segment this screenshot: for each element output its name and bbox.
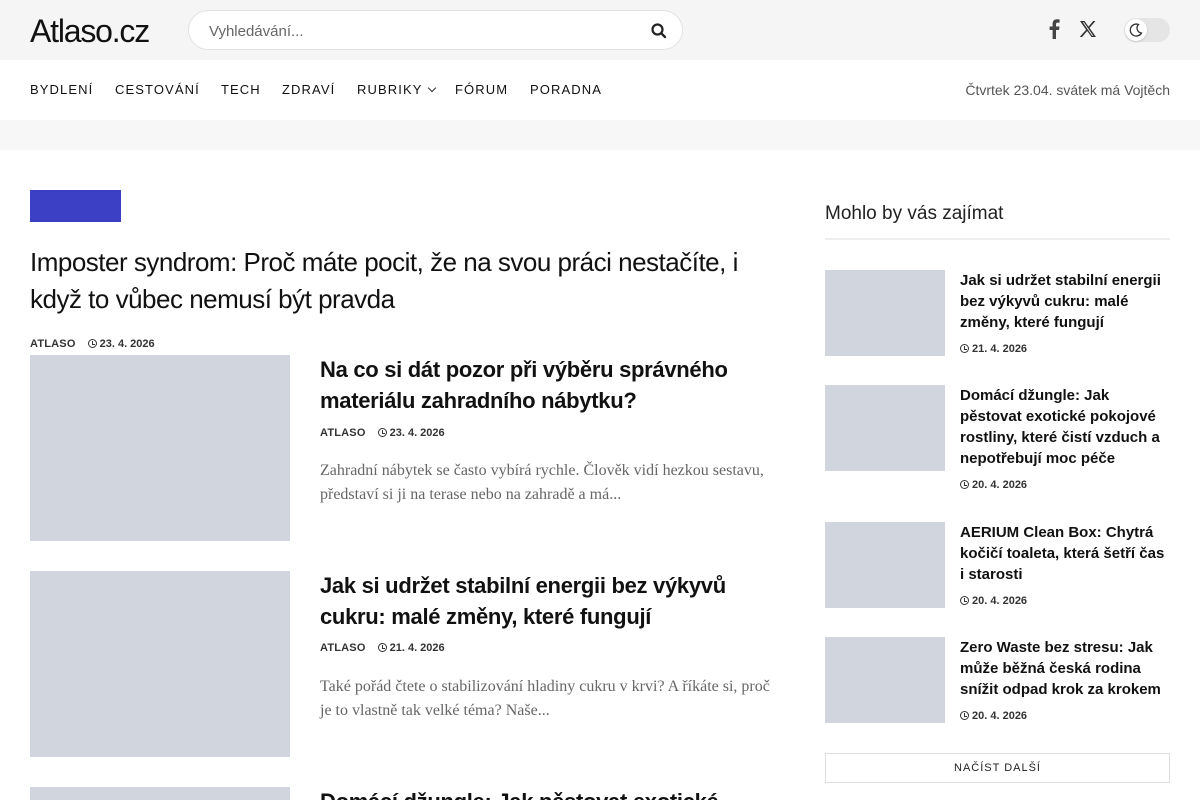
divider (825, 238, 1170, 240)
post-title[interactable]: Na co si dát pozor při výběru správného … (320, 354, 770, 416)
nav-item-poradna[interactable]: PORADNA (530, 82, 602, 98)
sidebar-post-date: 20. 4. 2026 (960, 594, 1027, 608)
clock-icon (960, 480, 969, 489)
clock-icon (87, 339, 97, 348)
author-link[interactable]: ATLASO (30, 338, 76, 350)
hero-meta: ATLASO 23. 4. 2026 (30, 337, 155, 351)
search-box (188, 10, 683, 50)
clock-icon (377, 428, 387, 437)
sidebar-post-date: 20. 4. 2026 (960, 709, 1027, 723)
post-title[interactable]: Domácí džungle: Jak pěstovat exotické (320, 786, 780, 800)
sidebar-thumbnail[interactable] (825, 270, 945, 356)
nav-item-tech[interactable]: TECH (221, 82, 261, 98)
author-link[interactable]: ATLASO (320, 427, 366, 439)
author-link[interactable]: ATLASO (320, 642, 366, 654)
clock-icon (377, 643, 387, 652)
moon-icon (1125, 19, 1147, 41)
post-meta: ATLASO 21. 4. 2026 (320, 641, 445, 655)
nav-item-rubriky-label: RUBRIKY (357, 82, 423, 97)
post-date: 23. 4. 2026 (377, 427, 445, 439)
post-date: 23. 4. 2026 (87, 338, 155, 350)
sidebar-post-date: 21. 4. 2026 (960, 342, 1027, 356)
sidebar-thumbnail[interactable] (825, 522, 945, 608)
category-badge[interactable] (30, 190, 121, 222)
hero-title[interactable]: Imposter syndrom: Proč máte pocit, že na… (30, 244, 790, 318)
post-thumbnail[interactable] (30, 787, 290, 800)
top-header: Atlaso.cz (0, 0, 1200, 60)
clock-icon (960, 344, 969, 353)
sidebar-post-title[interactable]: Zero Waste bez stresu: Jak může běžná če… (960, 637, 1170, 700)
sidebar-thumbnail[interactable] (825, 385, 945, 471)
post-date: 21. 4. 2026 (377, 642, 445, 654)
chevron-down-icon (427, 83, 436, 93)
nav-item-rubriky[interactable]: RUBRIKY (357, 82, 436, 98)
post-excerpt: Zahradní nábytek se často vybírá rychle.… (320, 462, 764, 503)
sidebar-post-date: 20. 4. 2026 (960, 478, 1027, 492)
sidebar-post-title[interactable]: AERIUM Clean Box: Chytrá kočičí toaleta,… (960, 522, 1170, 585)
main-nav: BYDLENÍ CESTOVÁNÍ TECH ZDRAVÍ RUBRIKY FÓ… (0, 60, 1200, 120)
sidebar-post-title[interactable]: Domácí džungle: Jak pěstovat exotické po… (960, 385, 1170, 469)
post-excerpt: Také pořád čtete o stabilizování hladiny… (320, 678, 770, 719)
post-meta: ATLASO 23. 4. 2026 (320, 426, 445, 440)
dark-mode-toggle[interactable] (1124, 18, 1170, 42)
nav-item-bydleni[interactable]: BYDLENÍ (30, 82, 93, 98)
nav-item-cestovani[interactable]: CESTOVÁNÍ (115, 82, 200, 98)
clock-icon (960, 596, 969, 605)
load-more-button[interactable]: NAČÍST DALŠÍ (825, 753, 1170, 783)
facebook-icon[interactable] (1044, 19, 1064, 39)
search-icon[interactable] (650, 22, 668, 40)
sidebar-heading: Mohlo by vás zajímat (825, 203, 1004, 224)
sidebar-thumbnail[interactable] (825, 637, 945, 723)
post-title[interactable]: Jak si udržet stabilní energii bez výkyv… (320, 570, 770, 632)
post-thumbnail[interactable] (30, 355, 290, 541)
ad-band (0, 120, 1200, 150)
post-thumbnail[interactable] (30, 571, 290, 757)
date-nameday: Čtvrtek 23.04. svátek má Vojtěch (965, 82, 1170, 98)
nav-item-zdravi[interactable]: ZDRAVÍ (282, 82, 335, 98)
search-input[interactable] (209, 20, 629, 42)
site-logo[interactable]: Atlaso.cz (30, 11, 150, 51)
nav-item-forum[interactable]: FÓRUM (455, 82, 508, 98)
sidebar-post-title[interactable]: Jak si udržet stabilní energii bez výkyv… (960, 270, 1170, 333)
clock-icon (960, 711, 969, 720)
x-twitter-icon[interactable] (1078, 19, 1098, 39)
